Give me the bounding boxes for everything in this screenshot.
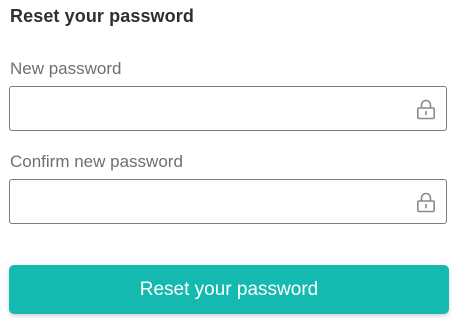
new-password-field-container: [9, 86, 447, 131]
new-password-label: New password: [10, 59, 122, 78]
confirm-password-label: Confirm new password: [10, 152, 183, 171]
new-password-input[interactable]: [10, 87, 405, 130]
lock-icon: [415, 98, 437, 120]
reset-password-button[interactable]: Reset your password: [9, 265, 449, 314]
confirm-password-field-container: [9, 179, 447, 224]
confirm-password-input[interactable]: [10, 180, 405, 223]
lock-icon: [415, 191, 437, 213]
page-title: Reset your password: [10, 6, 194, 26]
